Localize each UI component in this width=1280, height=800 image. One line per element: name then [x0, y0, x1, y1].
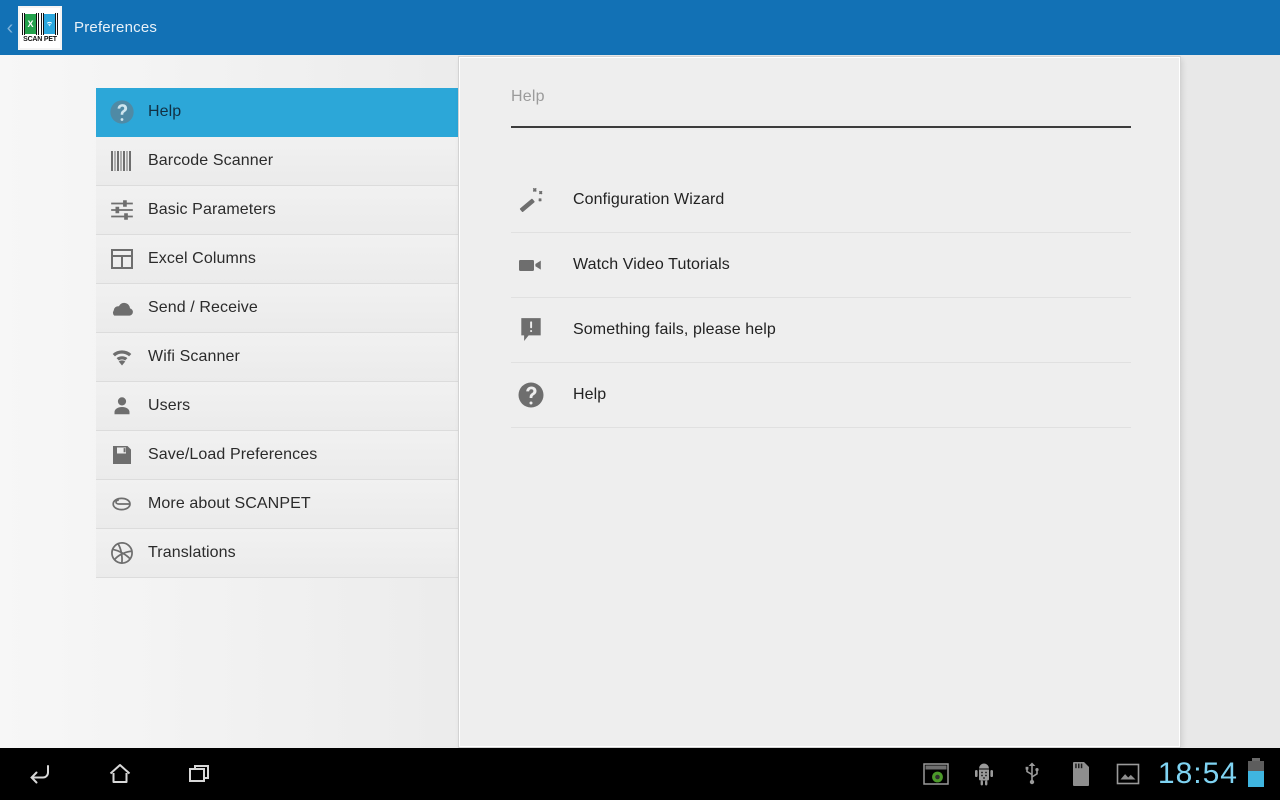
- barcode-icon: [106, 145, 138, 177]
- magic-wand-icon: [511, 180, 551, 220]
- section-divider: [511, 126, 1131, 128]
- screen-root: ‹ X SCAN PET Preferences Help Barcode Sc…: [0, 0, 1280, 800]
- home-button[interactable]: [80, 748, 160, 800]
- table-grid-icon: [106, 243, 138, 275]
- sidebar-item-help[interactable]: Help: [96, 88, 460, 137]
- pref-item-help[interactable]: Help: [511, 363, 1131, 428]
- help-circle-icon: [511, 375, 551, 415]
- sidebar-item-label: Translations: [148, 544, 236, 561]
- pref-item-label: Something fails, please help: [573, 321, 776, 338]
- sidebar-item-barcode-scanner[interactable]: Barcode Scanner: [96, 137, 460, 186]
- nav-buttons: [0, 748, 240, 800]
- wifi-icon: [106, 341, 138, 373]
- screen-capture-icon[interactable]: [912, 748, 960, 800]
- globe-icon: [106, 537, 138, 569]
- panel-section-header: Help: [511, 88, 1131, 128]
- status-icons[interactable]: 18:54: [912, 748, 1280, 800]
- alert-message-icon: [511, 310, 551, 350]
- usb-icon[interactable]: [1008, 748, 1056, 800]
- wifi-badge-icon: [41, 12, 58, 35]
- sidebar-item-wifi-scanner[interactable]: Wifi Scanner: [96, 333, 460, 382]
- sidebar-item-label: Send / Receive: [148, 299, 258, 316]
- sidebar-item-label: Save/Load Preferences: [148, 446, 318, 463]
- help-options-list: Configuration Wizard Watch Video Tutoria…: [511, 168, 1131, 428]
- app-icon-badges: X: [22, 12, 58, 35]
- pref-item-label: Configuration Wizard: [573, 191, 725, 208]
- pref-item-configuration-wizard[interactable]: Configuration Wizard: [511, 168, 1131, 233]
- pref-item-watch-video-tutorials[interactable]: Watch Video Tutorials: [511, 233, 1131, 298]
- sidebar-item-label: More about SCANPET: [148, 495, 311, 512]
- sidebar-item-save-load-preferences[interactable]: Save/Load Preferences: [96, 431, 460, 480]
- person-icon: [106, 390, 138, 422]
- floppy-disk-icon: [106, 439, 138, 471]
- sidebar-item-label: Excel Columns: [148, 250, 257, 267]
- sidebar-item-label: Help: [148, 103, 182, 120]
- sidebar-item-label: Basic Parameters: [148, 201, 276, 218]
- sidebar-item-more-about-scanpet[interactable]: More about SCANPET: [96, 480, 460, 529]
- battery-fill: [1248, 770, 1264, 787]
- sliders-icon: [106, 194, 138, 226]
- screenshot-gallery-icon[interactable]: [1104, 748, 1152, 800]
- system-navigation-bar: 18:54: [0, 748, 1280, 800]
- sidebar-item-send-receive[interactable]: Send / Receive: [96, 284, 460, 333]
- panel-section-title: Help: [511, 88, 545, 105]
- sidebar-item-excel-columns[interactable]: Excel Columns: [96, 235, 460, 284]
- sidebar-item-label: Barcode Scanner: [148, 152, 274, 169]
- back-button[interactable]: [0, 748, 80, 800]
- excel-glyph: X: [25, 13, 36, 34]
- app-icon-caption: SCAN PET: [23, 35, 57, 43]
- pref-item-something-fails[interactable]: Something fails, please help: [511, 298, 1131, 363]
- preferences-detail-panel: Help Configuration Wizard Watch Video Tu…: [459, 57, 1180, 747]
- page-title: Preferences: [74, 19, 158, 36]
- sidebar-item-basic-parameters[interactable]: Basic Parameters: [96, 186, 460, 235]
- cloud-icon: [106, 292, 138, 324]
- android-debug-icon[interactable]: [960, 748, 1008, 800]
- help-circle-icon: [106, 96, 138, 128]
- video-camera-icon: [511, 245, 551, 285]
- sidebar-item-label: Users: [148, 397, 191, 414]
- recents-button[interactable]: [160, 748, 240, 800]
- preferences-header-list: Help Barcode Scanner Basic Parameters Ex…: [96, 88, 460, 578]
- sd-card-icon[interactable]: [1056, 748, 1104, 800]
- status-clock: 18:54: [1157, 757, 1238, 790]
- sidebar-item-translations[interactable]: Translations: [96, 529, 460, 578]
- sidebar-item-label: Wifi Scanner: [148, 348, 240, 365]
- scanpet-app-icon[interactable]: X SCAN PET: [18, 5, 62, 50]
- pref-item-label: Watch Video Tutorials: [573, 256, 730, 273]
- back-chevron-icon[interactable]: ‹: [2, 18, 18, 38]
- paperclip-icon: [106, 488, 138, 520]
- battery-body: [1248, 761, 1264, 787]
- battery-icon[interactable]: [1248, 758, 1264, 787]
- sidebar-item-users[interactable]: Users: [96, 382, 460, 431]
- excel-badge-icon: X: [22, 12, 39, 35]
- pref-item-label: Help: [573, 386, 607, 403]
- action-bar: ‹ X SCAN PET Preferences: [0, 0, 1280, 55]
- wifi-glyph: [44, 13, 55, 34]
